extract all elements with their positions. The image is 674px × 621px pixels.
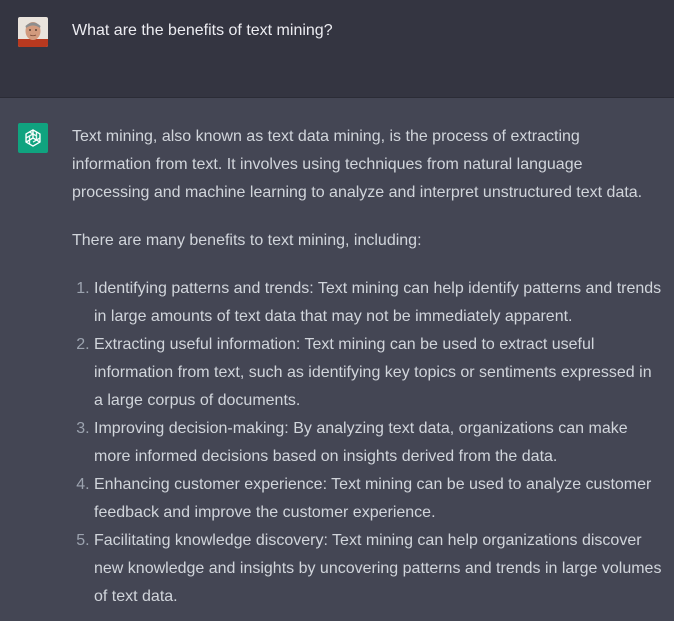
assistant-message-row: Text mining, also known as text data min… (0, 98, 674, 621)
benefits-list: Identifying patterns and trends: Text mi… (72, 275, 662, 611)
list-item: Extracting useful information: Text mini… (94, 331, 662, 415)
lead-paragraph: There are many benefits to text mining, … (72, 232, 422, 249)
list-item: Enhancing customer experience: Text mini… (94, 471, 662, 527)
user-message-row: What are the benefits of text mining? (0, 0, 674, 98)
intro-paragraph: Text mining, also known as text data min… (72, 128, 643, 201)
list-item: Improving decision-making: By analyzing … (94, 415, 662, 471)
list-item: Facilitating knowledge discovery: Text m… (94, 527, 662, 611)
user-avatar-icon (18, 17, 48, 47)
user-message-text: What are the benefits of text mining? (72, 22, 333, 39)
list-item: Identifying patterns and trends: Text mi… (94, 275, 662, 331)
openai-logo-icon (18, 123, 48, 153)
assistant-message-content: Text mining, also known as text data min… (72, 123, 662, 611)
